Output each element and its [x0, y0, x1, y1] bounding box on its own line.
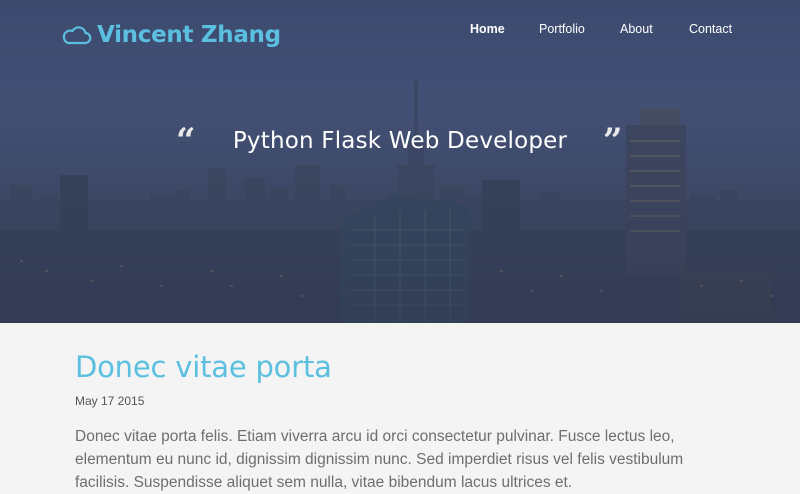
close-quote-icon: ” — [603, 121, 623, 161]
post-body: Donec vitae porta felis. Etiam viverra a… — [75, 428, 684, 491]
nav-contact[interactable]: Contact — [689, 22, 732, 36]
nav-portfolio[interactable]: Portfolio — [539, 22, 585, 36]
hero-tagline: Python Flask Web Developer — [232, 128, 568, 154]
brand-name: Vincent Zhang — [97, 22, 281, 48]
post-date: May 17 2015 — [75, 394, 145, 408]
hero-banner: Vincent Zhang Home Portfolio About Conta… — [0, 0, 800, 323]
main-content: Donec vitae porta May 17 2015 Donec vita… — [0, 323, 800, 492]
nav-home[interactable]: Home — [470, 22, 505, 36]
site-header: Vincent Zhang Home Portfolio About Conta… — [0, 0, 800, 80]
nav-about[interactable]: About — [620, 22, 653, 36]
site-brand[interactable]: Vincent Zhang — [60, 22, 281, 48]
post-title[interactable]: Donec vitae porta — [75, 350, 332, 384]
cloud-icon — [62, 26, 92, 45]
